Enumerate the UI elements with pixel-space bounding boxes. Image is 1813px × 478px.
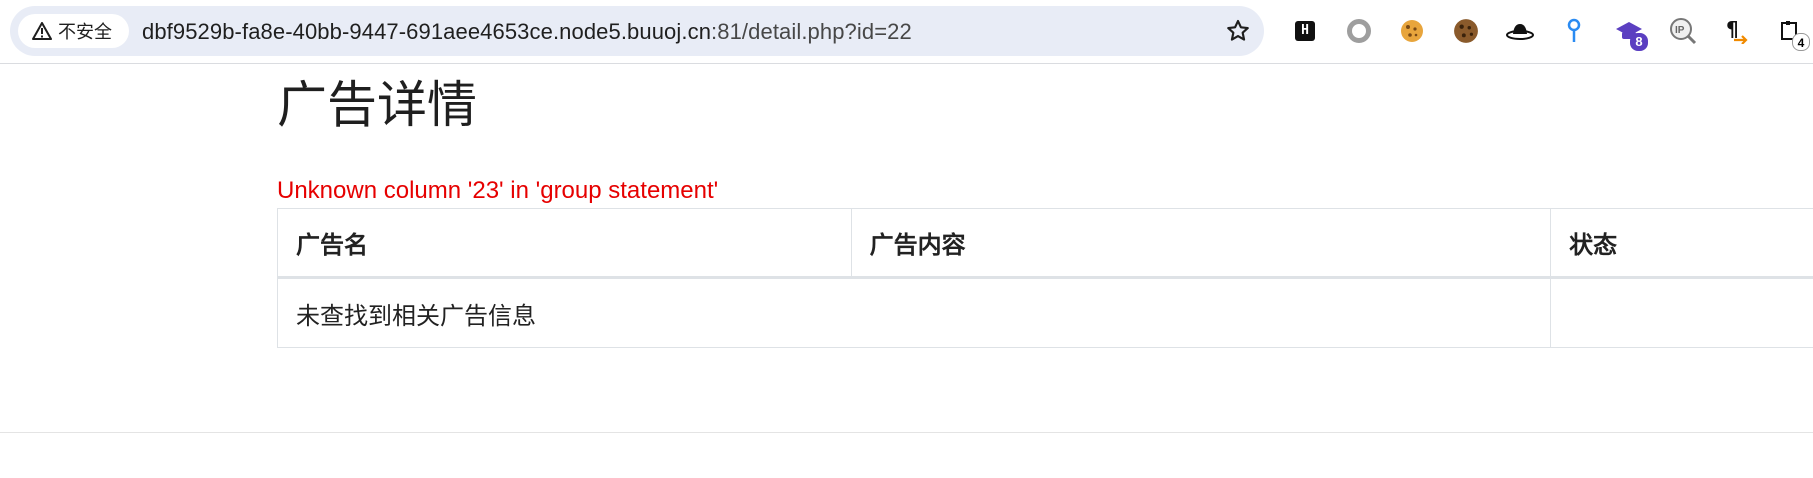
column-header-ad-content: 广告内容 [850, 208, 1552, 279]
cookie-editor-extension-icon[interactable] [1451, 16, 1481, 46]
url-text[interactable]: dbf9529b-fa8e-40bb-9447-691aee4653ce.nod… [142, 19, 912, 45]
svg-text:IP: IP [1675, 25, 1685, 36]
extension-badge: 8 [1630, 33, 1648, 51]
cookie-extension-icon[interactable] [1397, 16, 1427, 46]
bookmark-star-icon[interactable] [1225, 18, 1251, 44]
hackbar-extension-icon[interactable]: H [1290, 16, 1320, 46]
hat-extension-icon[interactable] [1505, 16, 1535, 46]
footer-divider [0, 432, 1813, 433]
extension-badge: 4 [1792, 33, 1810, 51]
ads-table: 广告名 广告内容 状态 未查找到相关广告信息 [276, 208, 1813, 348]
address-bar[interactable]: 不安全 dbf9529b-fa8e-40bb-9447-691aee4653ce… [10, 6, 1264, 56]
key-extension-icon[interactable] [1559, 16, 1589, 46]
paragraph-extension-icon[interactable]: ¶ [1722, 16, 1752, 46]
ip-extension-icon[interactable]: IP [1668, 16, 1698, 46]
table-row: 未查找到相关广告信息 [276, 277, 1813, 348]
browser-toolbar: 不安全 dbf9529b-fa8e-40bb-9447-691aee4653ce… [0, 0, 1813, 64]
url-path: :81/detail.php?id=22 [711, 19, 912, 44]
puzzle-extension-icon[interactable]: 4 [1776, 16, 1810, 51]
table-cell [1550, 277, 1813, 348]
url-host: dbf9529b-fa8e-40bb-9447-691aee4653ce.nod… [142, 19, 712, 44]
page-content: 广告详情 Unknown column '23' in 'group state… [0, 65, 1813, 478]
page-title: 广告详情 [277, 77, 477, 133]
graduation-extension-icon[interactable]: 8 [1614, 16, 1648, 51]
circle-extension-icon[interactable] [1344, 16, 1374, 46]
table-header-row: 广告名 广告内容 状态 [277, 208, 1813, 279]
column-header-ad-name: 广告名 [277, 208, 852, 279]
column-header-status: 状态 [1550, 208, 1813, 279]
warning-icon [32, 22, 52, 40]
sql-error-message: Unknown column '23' in 'group statement' [277, 177, 719, 204]
empty-result-message: 未查找到相关广告信息 [276, 277, 1552, 348]
svg-text:¶: ¶ [1726, 18, 1739, 41]
security-label: 不安全 [58, 22, 112, 42]
security-indicator[interactable]: 不安全 [18, 14, 129, 48]
